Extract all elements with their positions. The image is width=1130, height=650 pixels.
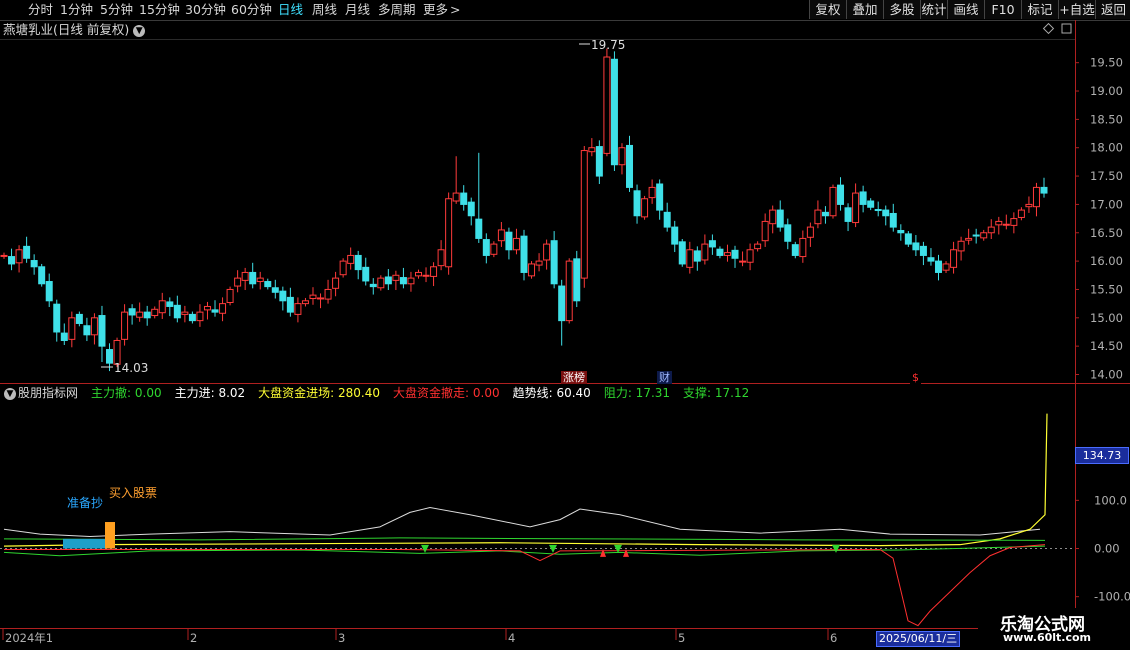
indicator-current-value: 134.73 <box>1075 447 1129 464</box>
price-tick-label: 16.00 <box>1090 254 1123 268</box>
buy-label: 买入股票 <box>109 486 157 500</box>
time-tick-label: 2 <box>190 631 197 645</box>
price-tick-label: 17.50 <box>1090 169 1123 183</box>
indicator-tick-label: 0.00 <box>1094 542 1120 556</box>
low-price-label: 14.03 <box>114 361 148 375</box>
legend-items: 主力撤: 0.00 主力进: 8.02 大盘资金进场: 280.40 大盘资金撤走: … <box>85 386 756 400</box>
price-tick-label: 17.00 <box>1090 197 1123 211</box>
price-tick-label: 15.00 <box>1090 311 1123 325</box>
legend-item-1: 主力进: 8.02 <box>174 386 246 400</box>
time-tick-label: 6 <box>830 631 837 645</box>
diamond-icon[interactable] <box>1042 22 1055 35</box>
price-tick-label: 16.50 <box>1090 226 1123 240</box>
event-tag-finance[interactable]: 财 <box>657 371 672 384</box>
time-tick-label: 4 <box>508 631 515 645</box>
high-price-label: 19.75 <box>591 38 625 52</box>
legend-item-3: 大盘资金撤走: 0.00 <box>393 386 500 400</box>
price-tick-label: 14.00 <box>1090 367 1123 381</box>
event-tag-dollar[interactable]: $ <box>910 371 921 384</box>
chevron-down-icon[interactable]: ▼ <box>4 387 16 400</box>
chart-canvas[interactable]: 19.50 19.00 18.50 18.00 17.50 17.00 16.50 16.00… <box>0 0 1130 650</box>
price-tick-label: 19.00 <box>1090 84 1123 98</box>
price-tick-label: 18.00 <box>1090 141 1123 155</box>
price-tick-label: 19.50 <box>1090 56 1123 70</box>
square-icon[interactable] <box>1061 23 1072 34</box>
buy-bar <box>105 522 115 549</box>
ready-bar <box>63 538 105 549</box>
candlestick-series <box>0 48 1048 372</box>
legend-item-2: 大盘资金进场: 280.40 <box>258 386 381 400</box>
indicator-series <box>0 413 1075 627</box>
arrow-down-icon <box>549 544 557 553</box>
event-tag-finance-text: 财 <box>659 371 670 384</box>
indicator-legend: ▼ 股朋指标网 主力撤: 0.00 主力进: 8.02 大盘资金进场: 280.40 大盘… <box>0 384 1075 402</box>
event-tag-rank[interactable]: 涨榜 <box>561 371 587 384</box>
price-tick-label: 14.50 <box>1090 339 1123 353</box>
watermark-url: www.60lt.com <box>1003 631 1092 644</box>
legend-item-5: 阻力: 17.31 <box>603 386 671 400</box>
indicator-tick-label: 100.0 <box>1094 493 1127 507</box>
time-axis-labels: 2024年1 2 3 4 5 6 <box>2 629 837 645</box>
arrow-down-icon <box>614 544 622 553</box>
time-tick-label: 5 <box>678 631 685 645</box>
cursor-date: 2025/06/11/三 <box>876 631 961 647</box>
indicator-axis-labels: 200.0100.00.00-100.0 <box>1075 445 1130 604</box>
event-tag-rank-text: 涨榜 <box>563 371 585 384</box>
time-tick-label: 2024年1 <box>5 631 53 645</box>
time-tick-label: 3 <box>338 631 345 645</box>
ready-label: 准备抄 <box>67 496 103 510</box>
price-tick-label: 15.50 <box>1090 282 1123 296</box>
indicator-name: 股朋指标网 <box>18 386 79 400</box>
price-tick-label: 18.50 <box>1090 112 1123 126</box>
indicator-tick-label: -100.0 <box>1094 590 1130 604</box>
legend-item-6: 支撑: 17.12 <box>683 386 750 400</box>
chart-grid <box>0 20 1130 629</box>
price-axis-labels: 19.50 19.00 18.50 18.00 17.50 17.00 16.50 16.00… <box>1075 56 1123 381</box>
arrow-down-icon <box>421 544 429 553</box>
event-tag-dollar-text: $ <box>912 371 919 384</box>
legend-item-4: 趋势线: 60.40 <box>512 386 591 400</box>
legend-item-0: 主力撤: 0.00 <box>91 386 162 400</box>
high-marker: 19.75 <box>579 38 625 52</box>
arrow-down-icon <box>832 544 840 553</box>
